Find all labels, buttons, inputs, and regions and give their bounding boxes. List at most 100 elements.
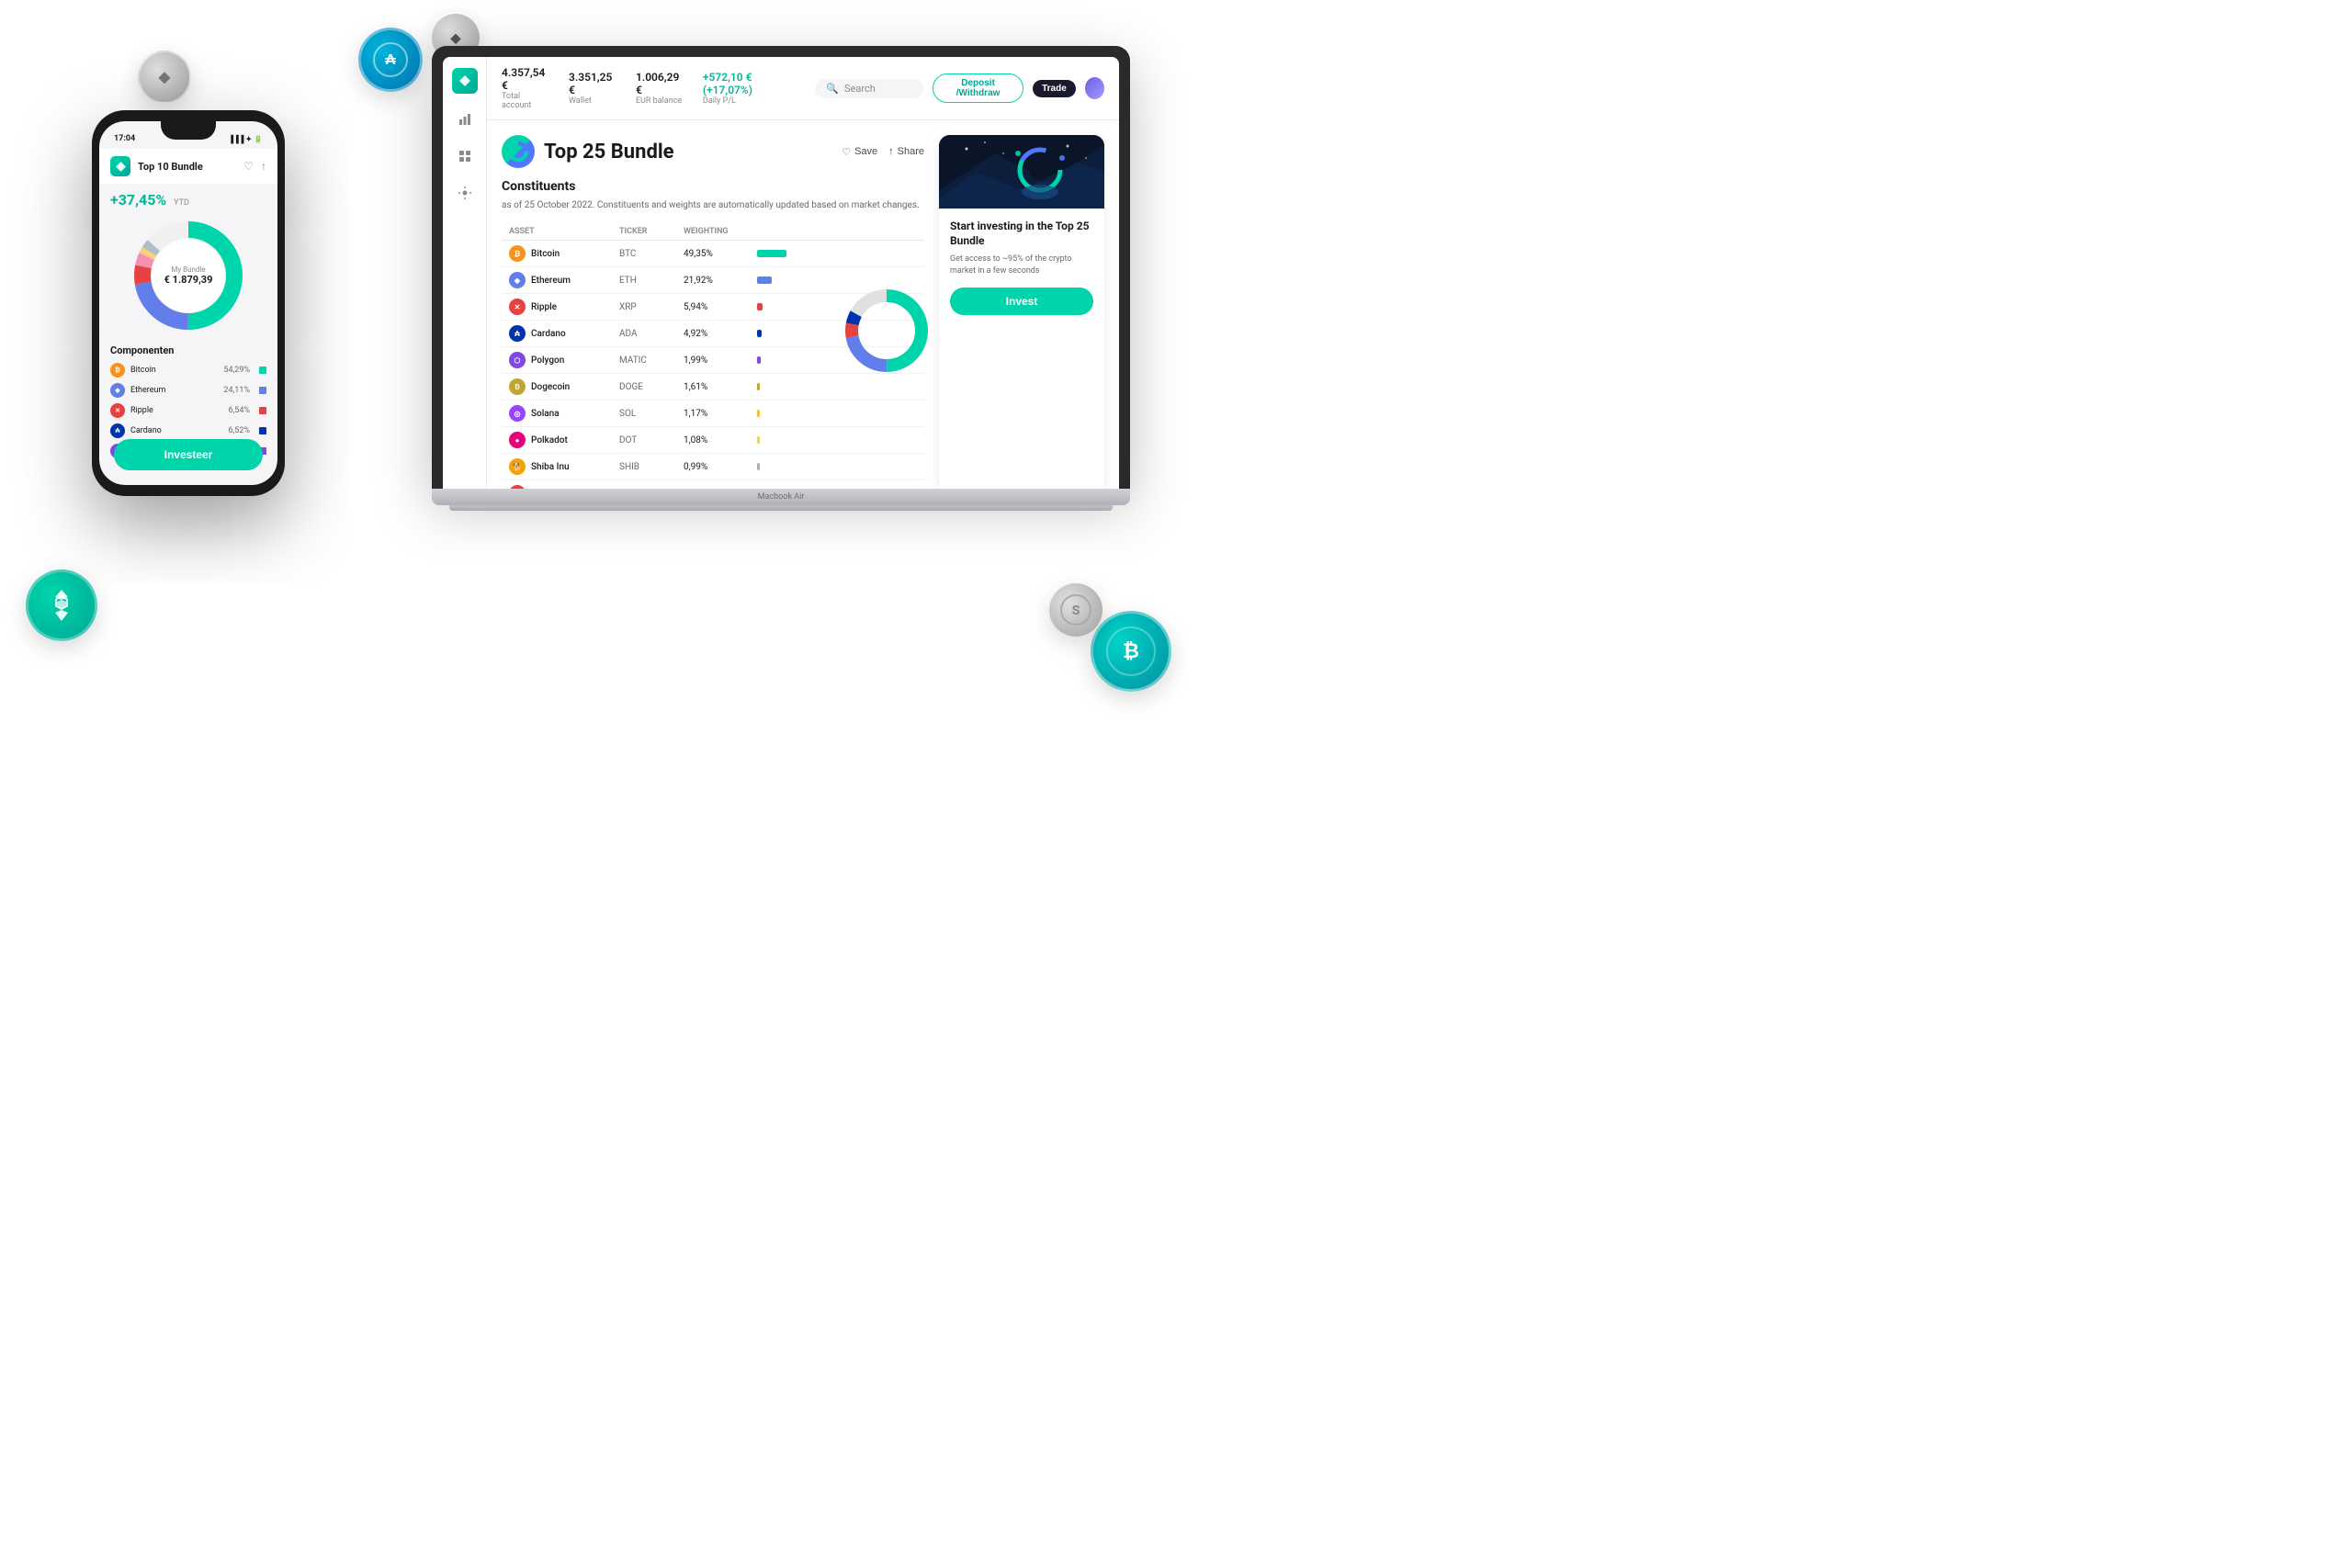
total-account-balance: 4.357,54 € Total account — [502, 66, 550, 110]
phone-notch — [161, 121, 216, 140]
phone-donut-value: € 1.879,39 — [164, 274, 213, 286]
phone-weight: 6,54% — [228, 406, 250, 415]
asset-name: Ethereum — [531, 276, 571, 286]
weight-bar — [757, 250, 786, 257]
phone-component-ada[interactable]: ₳ Cardano 6,52% — [99, 421, 277, 441]
weight-cell: 0,99% — [684, 462, 757, 472]
weight-cell: 4,92% — [684, 329, 757, 339]
asset-cell: ● Polkadot — [509, 432, 619, 448]
search-bar[interactable]: 🔍 Search — [815, 79, 923, 98]
daily-pnl-label: Daily P/L — [703, 96, 797, 106]
weight-text: 49,35% — [684, 249, 713, 259]
invest-button[interactable]: Invest — [950, 288, 1093, 315]
asset-row-dot[interactable]: ● Polkadot DOT 1,08% — [502, 427, 924, 454]
phone-bundle-name: Top 10 Bundle — [138, 161, 203, 173]
eur-balance-label: EUR balance — [636, 96, 684, 106]
weight-text: 1,08% — [684, 435, 707, 446]
bundle-header: Top 25 Bundle ♡ Save ↑ Share — [502, 135, 924, 168]
shib-icon: 🐕 — [509, 458, 526, 475]
ticker-cell: BTC — [619, 249, 684, 259]
weight-bar — [757, 330, 762, 337]
card-desc: Get access to ~95% of the crypto market … — [950, 254, 1093, 276]
asset-name: Polkadot — [531, 435, 568, 446]
phone-outer: 17:04 ▐▐▐ ✦ 🔋 Top 10 Bundle ♡ ↑ — [92, 110, 285, 496]
phone-component-eth[interactable]: ◆ Ethereum 24,11% — [99, 380, 277, 400]
phone-xrp-icon: ✕ — [110, 403, 125, 418]
svg-text:₳: ₳ — [385, 51, 396, 68]
eth-icon: ◆ — [509, 272, 526, 288]
asset-row-shib[interactable]: 🐕 Shiba Inu SHIB 0,99% — [502, 454, 924, 480]
weight-cell: 1,61% — [684, 382, 757, 392]
asset-cell: ◆ Ethereum — [509, 272, 619, 288]
search-placeholder: Search — [844, 83, 876, 95]
phone-btc-icon: ₿ — [110, 363, 125, 378]
doge-icon: Ð — [509, 378, 526, 395]
svg-text:⬡: ⬡ — [54, 593, 69, 613]
card-body: Start investing in the Top 25 Bundle Get… — [939, 209, 1104, 326]
coin-bnb: ⬡ — [26, 570, 97, 641]
coin-cardano: ₳ — [358, 28, 423, 92]
ticker-cell: ETH — [619, 276, 684, 286]
sidebar-icon-grid[interactable] — [454, 145, 476, 167]
trade-button[interactable]: Trade — [1033, 80, 1076, 97]
card-banner — [939, 135, 1104, 209]
phone-invest-button[interactable]: Investeer — [114, 439, 263, 470]
phone-time: 17:04 — [114, 134, 135, 143]
weight-text: 1,17% — [684, 409, 707, 419]
wallet-balance: 3.351,25 € Wallet — [569, 71, 617, 106]
phone-donut-area: My Bundle € 1.879,39 — [99, 212, 277, 339]
asset-cell: ₿ Bitcoin — [509, 245, 619, 262]
asset-name: Ripple — [531, 302, 557, 312]
laptop-screen-outer: 4.357,54 € Total account 3.351,25 € Wall… — [432, 46, 1130, 489]
phone-donut-label: My Bundle — [164, 265, 213, 274]
asset-cell: 🐕 Shiba Inu — [509, 458, 619, 475]
weight-cell: 1,99% — [684, 355, 757, 366]
asset-cell: ⬡ Polygon — [509, 352, 619, 368]
sidebar-icon-settings[interactable] — [454, 182, 476, 204]
weight-cell: 21,92% — [684, 276, 757, 286]
bundle-icon — [502, 135, 535, 168]
asset-name: Shiba Inu — [531, 462, 570, 472]
phone-ada-icon: ₳ — [110, 423, 125, 438]
scene: ₳ ◆ ◆ ⬡ ₿ S — [0, 0, 1176, 784]
weight-bar — [757, 463, 760, 470]
wallet-label: Wallet — [569, 96, 617, 106]
weight-text: 0,99% — [684, 462, 707, 472]
col-bar — [757, 227, 812, 236]
weight-text: 1,61% — [684, 382, 707, 392]
phone-component-btc[interactable]: ₿ Bitcoin 54,29% — [99, 360, 277, 380]
asset-row-avax[interactable]: ▲ Avalanche AVAX 0,93% — [502, 480, 924, 489]
deposit-withdraw-button[interactable]: Deposit /Withdraw — [933, 73, 1023, 103]
sidebar-icon-chart[interactable] — [454, 108, 476, 130]
phone-components-header: Componenten — [99, 339, 277, 360]
save-button[interactable]: ♡ Save — [842, 146, 877, 158]
search-icon: 🔍 — [826, 83, 839, 95]
coin-btc: ₿ — [1091, 611, 1171, 692]
asset-row-btc[interactable]: ₿ Bitcoin BTC 49,35% — [502, 241, 924, 267]
weight-bar — [757, 410, 760, 417]
sidebar-logo[interactable] — [452, 68, 478, 94]
weight-bar — [757, 303, 763, 310]
user-avatar[interactable] — [1085, 77, 1104, 99]
heart-icon-phone[interactable]: ♡ — [243, 160, 254, 173]
weight-cell: 5,94% — [684, 302, 757, 312]
asset-cell: ◎ Solana — [509, 405, 619, 422]
phone-asset-name: Ripple — [130, 406, 153, 415]
asset-cell: Ð Dogecoin — [509, 378, 619, 395]
weight-text: 4,92% — [684, 329, 707, 339]
phone-weight-bar — [259, 427, 266, 434]
asset-row-sol[interactable]: ◎ Solana SOL 1,17% — [502, 400, 924, 427]
ticker-cell: XRP — [619, 302, 684, 312]
sol-icon: ◎ — [509, 405, 526, 422]
laptop-screen-inner: 4.357,54 € Total account 3.351,25 € Wall… — [443, 57, 1119, 489]
share-button[interactable]: ↑ Share — [888, 146, 924, 157]
bundle-actions: ♡ Save ↑ Share — [842, 146, 924, 158]
constituents-desc: as of 25 October 2022. Constituents and … — [502, 199, 924, 212]
weight-bar — [757, 383, 760, 390]
ticker-cell: SHIB — [619, 462, 684, 472]
svg-text:₿: ₿ — [1123, 640, 1139, 663]
xrp-icon: ✕ — [509, 299, 526, 315]
total-account-value: 4.357,54 € — [502, 66, 550, 92]
share-icon-phone[interactable]: ↑ — [261, 160, 266, 173]
phone-component-xrp[interactable]: ✕ Ripple 6,54% — [99, 400, 277, 421]
